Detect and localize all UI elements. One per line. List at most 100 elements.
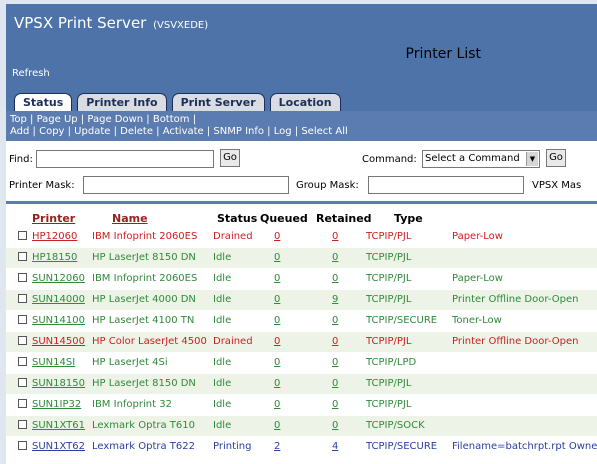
retained-count-link[interactable]: 0	[332, 231, 338, 242]
row-checkbox[interactable]	[18, 336, 27, 345]
queued-count-link[interactable]: 0	[274, 357, 280, 368]
printer-mask-label: Printer Mask:	[9, 180, 75, 191]
printer-id-link[interactable]: SUN1IP32	[32, 399, 81, 410]
table-row: SUN14500 HP Color LaserJet 4500 Drained 0 0 T…	[6, 331, 597, 352]
printer-mask-input[interactable]	[83, 176, 289, 194]
divider	[6, 201, 597, 204]
queued-count-link[interactable]: 0	[274, 336, 280, 347]
printer-id-link[interactable]: SUN18150	[32, 378, 85, 389]
printer-id-link[interactable]: SUN14000	[32, 294, 85, 305]
command-label: Command:	[362, 154, 417, 165]
printer-type: TCPIP/PJL	[366, 294, 412, 305]
name-column-header[interactable]: Name	[112, 212, 148, 225]
filter-controls: Find: Go Command: Select a Command ▼ Go …	[6, 142, 597, 200]
table-row: SUN1XT62 Lexmark Optra T622 Printing 2 4 TCPI…	[6, 436, 597, 457]
printer-status: Idle	[213, 315, 232, 326]
retained-count-link[interactable]: 0	[332, 315, 338, 326]
row-checkbox[interactable]	[18, 357, 27, 366]
row-checkbox[interactable]	[18, 441, 27, 450]
printer-id-link[interactable]: SUN1XT61	[32, 420, 85, 431]
printer-name: HP LaserJet 4100 TN	[92, 315, 195, 326]
printer-id-link[interactable]: SUN14100	[32, 315, 85, 326]
printer-table: Printer Name Status Queued Retained Type…	[6, 210, 597, 457]
tab-location[interactable]: Location	[269, 93, 341, 111]
printer-id-link[interactable]: SUN14SI	[32, 357, 75, 368]
page-title: Printer List	[405, 46, 482, 62]
table-row: SUN1IP32 IBM Infoprint 32 Idle 0 0 TCPIP/PJL	[6, 394, 597, 415]
row-checkbox[interactable]	[18, 273, 27, 282]
command-go-button[interactable]: Go	[546, 149, 566, 167]
row-checkbox[interactable]	[18, 399, 27, 408]
printer-type: TCPIP/PJL	[366, 231, 412, 242]
printer-message: Printer Offline Door-Open	[452, 336, 579, 347]
table-row: SUN1XT61 Lexmark Optra T610 Idle 0 0 TCPIP/SO…	[6, 415, 597, 436]
queued-count-link[interactable]: 0	[274, 231, 280, 242]
retained-count-link[interactable]: 4	[332, 441, 338, 452]
find-input[interactable]	[36, 150, 214, 168]
table-row: SUN14100 HP LaserJet 4100 TN Idle 0 0 TCPIP/S…	[6, 310, 597, 331]
find-go-button[interactable]: Go	[220, 149, 240, 167]
queued-count-link[interactable]: 0	[274, 252, 280, 263]
retained-count-link[interactable]: 0	[332, 357, 338, 368]
queued-count-link[interactable]: 2	[274, 441, 280, 452]
queued-count-link[interactable]: 0	[274, 420, 280, 431]
printer-id-link[interactable]: SUN12060	[32, 273, 85, 284]
retained-count-link[interactable]: 0	[332, 420, 338, 431]
tab-printer-info[interactable]: Printer Info	[77, 93, 167, 111]
retained-count-link[interactable]: 0	[332, 399, 338, 410]
nav-links-paging[interactable]: Top | Page Up | Page Down | Bottom |	[10, 114, 593, 126]
printer-type: TCPIP/LPD	[366, 357, 417, 368]
retained-column-header: Retained	[316, 212, 372, 225]
row-checkbox[interactable]	[18, 315, 27, 324]
tab-strip: Status Printer Info Print Server Locatio…	[14, 93, 341, 111]
command-select[interactable]: Select a Command ▼	[422, 150, 540, 168]
printer-type: TCPIP/PJL	[366, 399, 412, 410]
retained-count-link[interactable]: 0	[332, 336, 338, 347]
printer-id-link[interactable]: HP12060	[32, 231, 77, 242]
nav-links: Top | Page Up | Page Down | Bottom | Add…	[6, 111, 597, 141]
retained-count-link[interactable]: 0	[332, 252, 338, 263]
printer-status: Idle	[213, 378, 232, 389]
retained-count-link[interactable]: 0	[332, 378, 338, 389]
tab-status[interactable]: Status	[14, 93, 73, 111]
printer-name: Lexmark Optra T610	[92, 420, 195, 431]
refresh-link[interactable]: Refresh	[12, 68, 50, 79]
printer-status: Idle	[213, 357, 232, 368]
printer-id-link[interactable]: SUN1XT62	[32, 441, 85, 452]
find-label: Find:	[9, 154, 33, 165]
table-body: HP12060 IBM Infoprint 2060ES Drained 0 0 TCPI…	[6, 226, 597, 457]
printer-column-header[interactable]: Printer	[32, 212, 75, 225]
queued-count-link[interactable]: 0	[274, 294, 280, 305]
status-column-header: Status	[217, 212, 258, 225]
retained-count-link[interactable]: 9	[332, 294, 338, 305]
app-title: VPSX Print Server (VSVXEDE)	[14, 14, 208, 32]
row-checkbox[interactable]	[18, 231, 27, 240]
printer-id-link[interactable]: SUN14500	[32, 336, 85, 347]
queued-count-link[interactable]: 0	[274, 399, 280, 410]
printer-name: Lexmark Optra T622	[92, 441, 195, 452]
group-mask-input[interactable]	[368, 176, 524, 194]
nav-links-actions[interactable]: Add | Copy | Update | Delete | Activate …	[10, 126, 593, 138]
printer-status: Printing	[213, 441, 252, 452]
row-checkbox[interactable]	[18, 420, 27, 429]
printer-status: Idle	[213, 420, 232, 431]
tab-print-server[interactable]: Print Server	[171, 93, 265, 111]
printer-type: TCPIP/SECURE	[366, 441, 438, 452]
retained-count-link[interactable]: 0	[332, 273, 338, 284]
printer-type: TCPIP/PJL	[366, 336, 412, 347]
app-title-text: VPSX Print Server	[14, 14, 147, 32]
queued-count-link[interactable]: 0	[274, 315, 280, 326]
queued-count-link[interactable]: 0	[274, 273, 280, 284]
row-checkbox[interactable]	[18, 294, 27, 303]
queued-count-link[interactable]: 0	[274, 378, 280, 389]
printer-name: IBM Infoprint 32	[92, 399, 172, 410]
row-checkbox[interactable]	[18, 378, 27, 387]
printer-message: Paper-Low	[452, 231, 503, 242]
printer-name: IBM Infoprint 2060ES	[92, 231, 198, 242]
command-select-value: Select a Command	[425, 153, 520, 164]
row-checkbox[interactable]	[18, 252, 27, 261]
printer-id-link[interactable]: HP18150	[32, 252, 77, 263]
printer-type: TCPIP/PJL	[366, 378, 412, 389]
printer-name: HP LaserJet 8150 DN	[92, 252, 196, 263]
printer-type: TCPIP/SECURE	[366, 315, 438, 326]
